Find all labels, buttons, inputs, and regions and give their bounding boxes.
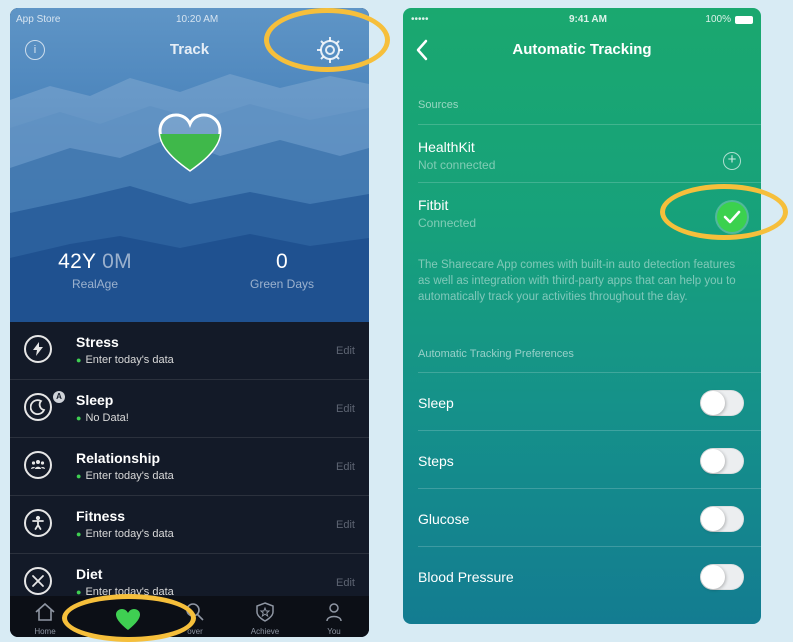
steps-toggle[interactable] <box>700 448 744 474</box>
pref-label: Sleep <box>418 395 454 411</box>
list-item-title: Diet <box>76 566 103 582</box>
sleep-toggle[interactable] <box>700 390 744 416</box>
list-item-stress[interactable]: Stress ● Enter today's data Edit <box>10 322 369 380</box>
connected-check-button[interactable] <box>717 202 747 232</box>
source-status: Not connected <box>418 158 496 172</box>
heart-icon <box>116 609 140 630</box>
tab-track[interactable] <box>93 596 163 637</box>
pref-label: Blood Pressure <box>418 569 514 585</box>
realage-value: 42Y <box>58 250 96 273</box>
list-item-status: ● Enter today's data <box>76 470 174 482</box>
battery-icon <box>735 16 753 24</box>
realage-months: 0M <box>95 250 132 273</box>
search-icon <box>186 603 204 621</box>
tab-label: over <box>187 627 203 636</box>
pref-label: Steps <box>418 453 454 469</box>
tab-you[interactable]: You <box>299 596 369 637</box>
alert-badge: A <box>53 391 65 403</box>
source-row-healthkit[interactable]: HealthKit Not connected <box>418 124 761 183</box>
source-row-fitbit[interactable]: Fitbit Connected <box>418 182 761 241</box>
pref-label: Glucose <box>418 511 470 527</box>
list-item-title: Stress <box>76 334 119 350</box>
blood-pressure-toggle[interactable] <box>700 564 744 590</box>
status-signal: ••••• <box>411 14 429 25</box>
source-title: HealthKit <box>418 139 475 155</box>
list-item-status: ● No Data! <box>76 412 129 424</box>
realage-stat: 42Y 0M RealAge <box>40 250 150 291</box>
tab-home[interactable]: Home <box>10 596 80 637</box>
status-carrier: App Store <box>16 14 61 25</box>
realage-label: RealAge <box>71 277 119 291</box>
heart-status-icon <box>158 113 222 172</box>
list-item-title: Relationship <box>76 450 161 466</box>
edit-button[interactable]: Edit <box>336 345 355 357</box>
source-status: Connected <box>418 216 477 230</box>
status-time: 10:20 AM <box>176 14 219 25</box>
list-item-status: ● Enter today's data <box>76 528 174 540</box>
glucose-toggle[interactable] <box>700 506 744 532</box>
person-icon <box>24 509 52 537</box>
user-icon <box>326 603 342 622</box>
home-icon <box>35 602 55 621</box>
moon-icon: A <box>24 391 65 421</box>
page-title: Automatic Tracking <box>512 41 652 58</box>
green-days-stat: 0 Green Days <box>232 250 332 291</box>
edit-button[interactable]: Edit <box>336 403 355 415</box>
tracker-list: Stress ● Enter today's data Edit A Sleep … <box>10 322 369 612</box>
green-days-label: Green Days <box>249 277 315 291</box>
list-item-fitness[interactable]: Fitness ● Enter today's data Edit <box>10 496 369 554</box>
edit-button[interactable]: Edit <box>336 577 355 589</box>
checkmark-icon <box>723 210 741 224</box>
tab-label: Achieve <box>250 627 280 636</box>
edit-button[interactable]: Edit <box>336 461 355 473</box>
description-text: The Sharecare App comes with built-in au… <box>418 259 736 303</box>
edit-button[interactable]: Edit <box>336 519 355 531</box>
automatic-tracking-screen: ••••• 9:41 AM 100% Automatic Tracking So… <box>403 8 761 624</box>
add-source-button[interactable]: + <box>723 152 741 170</box>
tab-label: Home <box>34 627 56 636</box>
source-title: Fitbit <box>418 197 449 213</box>
status-time: 9:41 AM <box>569 14 607 25</box>
preferences-header: Automatic Tracking Preferences <box>418 348 574 360</box>
sources-header: Sources <box>418 99 459 111</box>
list-item-title: Sleep <box>76 392 114 408</box>
track-screen: App Store 10:20 AM i Track 42Y 0M RealAg… <box>10 8 369 637</box>
close-icon <box>24 567 52 595</box>
shield-star-icon <box>256 602 274 622</box>
tab-bar: Home over Achieve You <box>10 596 369 637</box>
tab-achieve[interactable]: Achieve <box>230 596 300 637</box>
settings-button[interactable] <box>310 30 350 70</box>
list-item-sleep[interactable]: A Sleep ● No Data! Edit <box>10 380 369 438</box>
lightning-icon <box>24 335 52 363</box>
hero-banner: App Store 10:20 AM i Track 42Y 0M RealAg… <box>10 8 369 322</box>
people-icon <box>24 451 52 479</box>
status-battery-text: 100% <box>705 14 731 25</box>
status-bar: ••••• 9:41 AM 100% <box>411 14 753 28</box>
gear-icon <box>317 37 343 63</box>
list-item-status: ● Enter today's data <box>76 354 174 366</box>
list-item-relationship[interactable]: Relationship ● Enter today's data Edit <box>10 438 369 496</box>
status-bar: App Store 10:20 AM <box>16 14 363 28</box>
list-item-title: Fitness <box>76 508 126 524</box>
tab-label: You <box>327 627 341 636</box>
tab-discover[interactable]: over <box>160 596 230 637</box>
green-days-value: 0 <box>276 250 288 273</box>
